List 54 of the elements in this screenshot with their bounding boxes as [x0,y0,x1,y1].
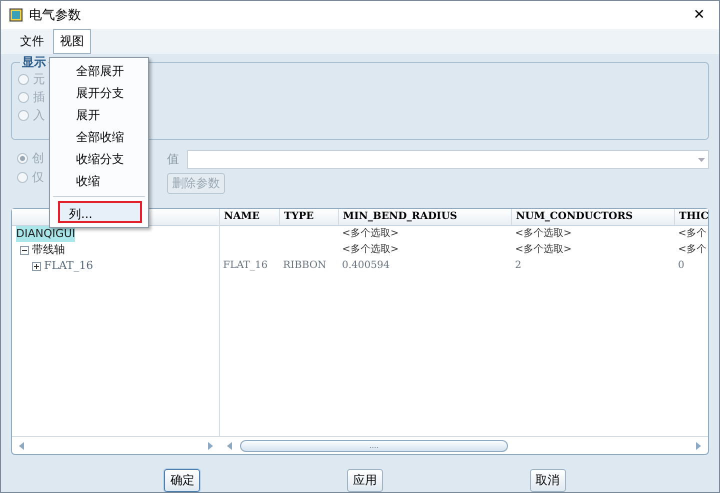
dropdown-caret-icon[interactable] [698,158,705,162]
menu-bar-item[interactable]: 视图 [53,29,91,54]
menu-item[interactable]: 收缩分支 [50,148,148,170]
menu-item[interactable]: 列... [58,201,142,223]
dialog-button[interactable]: 取消 [530,469,566,492]
menu-item[interactable]: 展开 [50,104,148,126]
radio-label: 仅 [32,168,44,186]
radio-button[interactable] [18,74,29,84]
radio-button[interactable] [17,172,28,182]
menu-item[interactable]: 全部展开 [50,60,148,82]
tree-item[interactable]: DIANQIGUI [16,226,76,242]
table-cell-text: 2 [514,259,522,273]
table-cell-text: <多个选取> [341,242,400,257]
expand-icon[interactable] [32,262,41,270]
scroll-right-icon[interactable] [694,442,702,450]
radio-label: 插 [33,88,45,106]
scroll-left-icon[interactable] [18,442,26,450]
table-cell-text: FLAT_16 [222,259,269,273]
table-cell-text: <多个 [677,243,708,257]
app-icon [9,8,23,22]
dialog-button[interactable]: 应用 [346,469,383,492]
column-header[interactable]: THIC [675,209,708,225]
group-title: 显示 [20,54,48,71]
table-cell-text: 0.400594 [341,259,391,273]
tree-item[interactable]: FLAT_16 [44,258,94,274]
radio-label: 元 [33,70,45,88]
radio-button[interactable] [17,152,28,164]
menu-item[interactable]: 收缩 [50,170,148,192]
tree-item[interactable]: 带线轴 [32,242,65,258]
column-header[interactable]: MIN_BEND_RADIUS [339,209,512,225]
menu-item[interactable]: 全部收缩 [50,126,148,148]
radio-button[interactable] [18,110,29,120]
radio-label: 创 [32,150,44,166]
radio-button[interactable] [18,92,29,102]
table-cell-text: <多个 [677,227,708,241]
table-cell-text: 0 [677,259,686,273]
column-header[interactable]: NUM_CONDUCTORS [512,209,675,225]
table-cell-text: RIBBON [282,259,328,273]
table-cell-text: <多个选取> [514,242,573,257]
table-cell-text: <多个选取> [514,226,573,241]
column-header[interactable]: TYPE [280,209,339,225]
value-combo-field[interactable] [187,150,709,169]
close-button[interactable]: ✕ [687,7,711,23]
menu-bar-item[interactable]: 文件 [13,29,51,54]
scroll-right-icon[interactable] [206,442,214,450]
window-title: 电气参数 [29,7,82,24]
field-label: 值 [167,151,179,168]
scroll-left-icon[interactable] [226,442,234,450]
menu-item[interactable]: 展开分支 [50,82,148,104]
column-header[interactable]: NAME [220,209,280,225]
dialog-button[interactable]: 确定 [164,469,200,492]
table-cell-text: <多个选取> [341,226,400,241]
radio-label: 入 [33,106,45,124]
collapse-icon[interactable] [20,246,29,254]
